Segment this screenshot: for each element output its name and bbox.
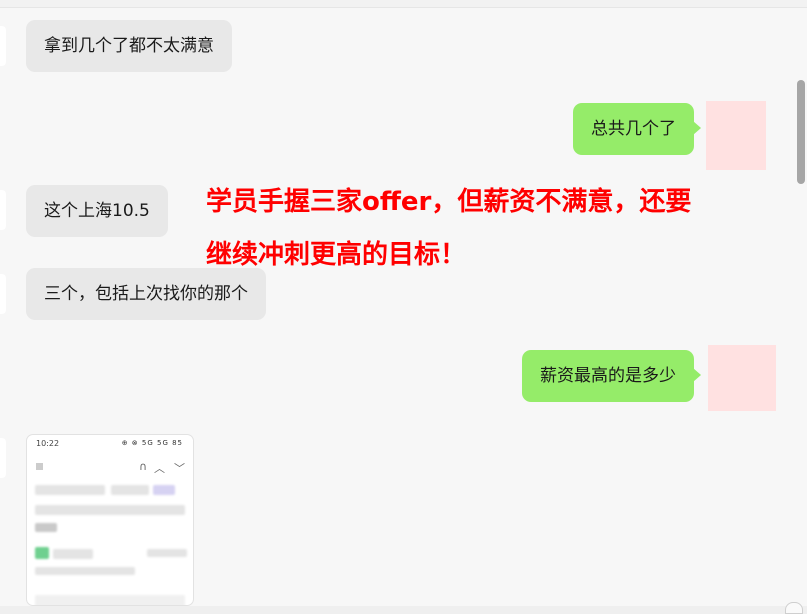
annotation-overlay: 学员手握三家offer，但薪资不满意，还要 继续冲刺更高的目标！ bbox=[206, 176, 726, 282]
my-avatar[interactable] bbox=[708, 345, 776, 411]
annotation-line: 学员手握三家offer，但薪资不满意，还要 bbox=[206, 187, 692, 217]
blurred-text bbox=[35, 523, 57, 532]
bottom-edge bbox=[0, 606, 807, 614]
chat-message-area[interactable]: 拿到几个了都不太满意 总共几个了 这个上海10.5 三个，包括上次找你的那个 薪… bbox=[0, 8, 795, 606]
message-bubble-incoming[interactable]: 这个上海10.5 bbox=[26, 185, 168, 237]
blurred-text bbox=[111, 485, 149, 495]
back-icon bbox=[36, 463, 43, 470]
resize-corner-icon[interactable] bbox=[785, 602, 803, 614]
sender-avatar[interactable] bbox=[0, 438, 6, 478]
message-bubble-outgoing[interactable]: 总共几个了 bbox=[573, 103, 701, 155]
sender-avatar[interactable] bbox=[0, 274, 6, 314]
blurred-badge bbox=[35, 547, 49, 559]
my-avatar[interactable] bbox=[706, 101, 766, 170]
sender-avatar[interactable] bbox=[0, 26, 6, 66]
image-message[interactable]: 10:22 ⊕ ⊗ 5G 5G 85 ∩ ︿ ﹀ bbox=[26, 434, 194, 606]
screenshot-status-bar: 10:22 ⊕ ⊗ 5G 5G 85 bbox=[27, 435, 193, 455]
annotation-line: 继续冲刺更高的目标！ bbox=[206, 240, 467, 270]
scrollbar-thumb[interactable] bbox=[797, 80, 805, 184]
sender-avatar[interactable] bbox=[0, 190, 6, 230]
blurred-text bbox=[153, 485, 175, 495]
message-bubble-outgoing[interactable]: 薪资最高的是多少 bbox=[522, 350, 701, 402]
chevron-down-icon: ﹀ bbox=[174, 462, 185, 475]
blurred-text bbox=[147, 549, 187, 557]
status-icons: ⊕ ⊗ 5G 5G 85 bbox=[121, 439, 183, 447]
blurred-text bbox=[35, 567, 135, 575]
headphones-icon: ∩ bbox=[138, 460, 147, 473]
status-time: 10:22 bbox=[36, 439, 60, 448]
screenshot-toolbar: ∩ ︿ ﹀ bbox=[27, 455, 193, 481]
message-bubble-incoming[interactable]: 拿到几个了都不太满意 bbox=[26, 20, 232, 72]
chevron-up-icon: ︿ bbox=[154, 462, 165, 475]
window-top-edge bbox=[0, 0, 807, 8]
blurred-text bbox=[35, 595, 185, 605]
blurred-text bbox=[35, 505, 185, 515]
blurred-text bbox=[53, 549, 93, 559]
blurred-text bbox=[35, 485, 105, 495]
